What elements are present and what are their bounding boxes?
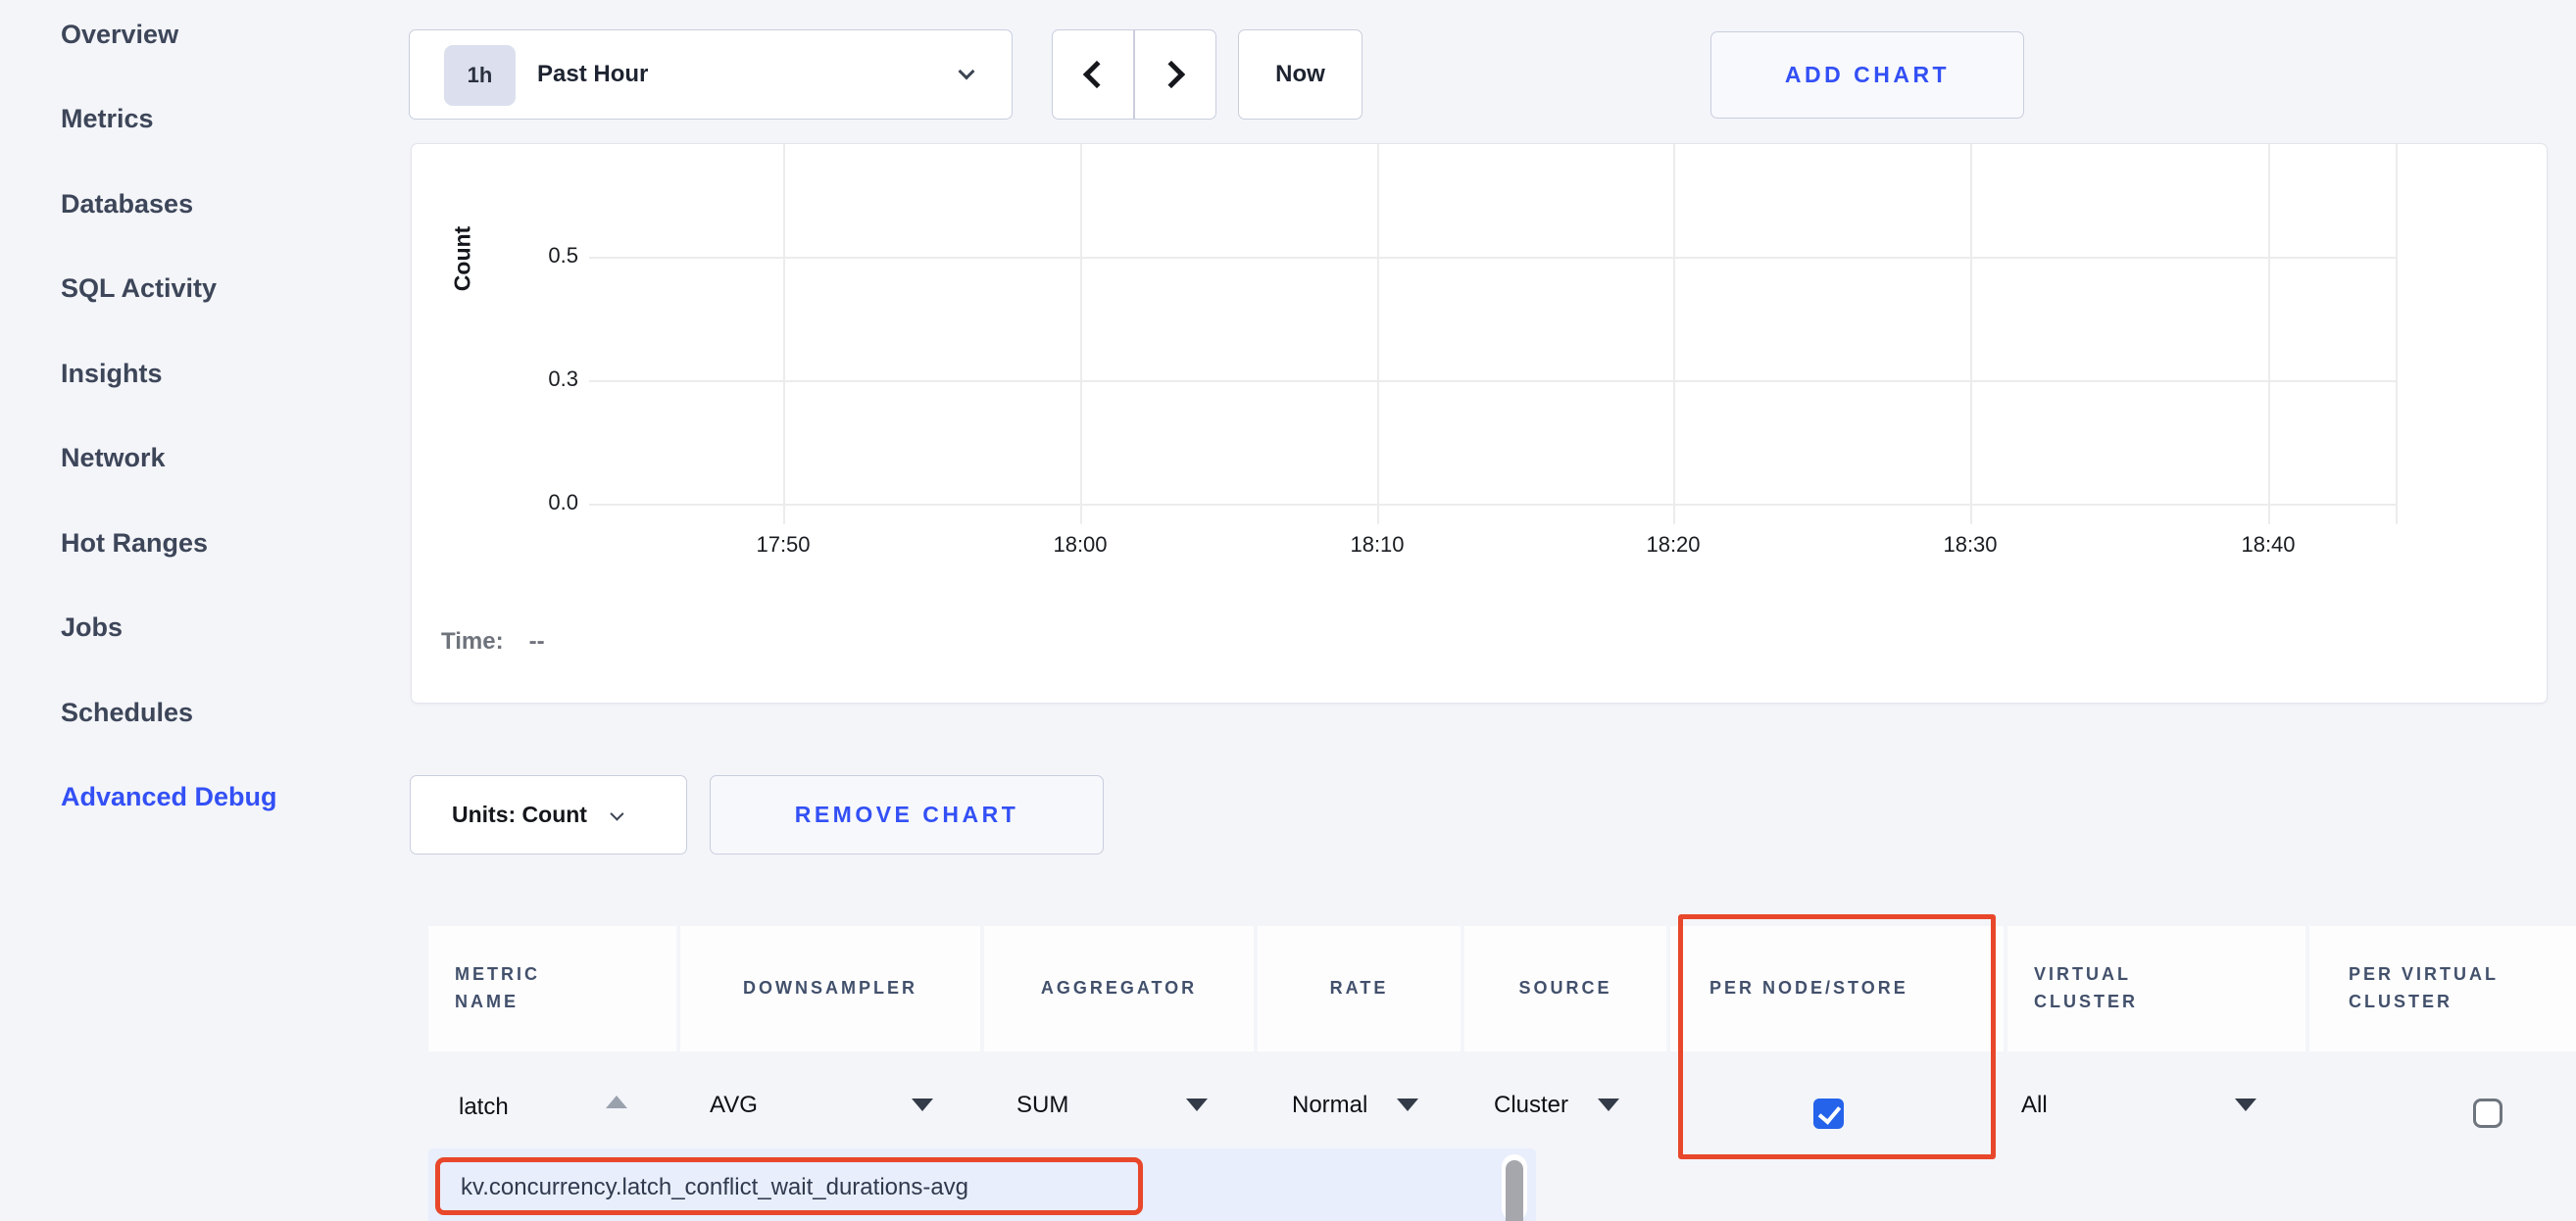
- gridline: [589, 504, 2397, 506]
- scrollbar-thumb[interactable]: [1506, 1160, 1523, 1221]
- x-tick: 18:40: [2200, 532, 2337, 558]
- metric-suggestion-item[interactable]: kv.concurrency.latch_conflict_wait_durat…: [461, 1174, 968, 1201]
- sidebar-item-overview[interactable]: Overview: [61, 0, 374, 77]
- time-label: Time:: [441, 628, 504, 655]
- sidebar-item-advanced-debug[interactable]: Advanced Debug: [61, 756, 374, 841]
- sidebar-item-jobs[interactable]: Jobs: [61, 586, 374, 671]
- metric-name-input[interactable]: [459, 1090, 606, 1125]
- per-node-store-checkbox[interactable]: [1813, 1099, 1844, 1129]
- downsampler-select-value[interactable]: AVG: [710, 1092, 758, 1119]
- sidebar-item-metrics[interactable]: Metrics: [61, 77, 374, 163]
- time-range-selector[interactable]: 1h Past Hour: [409, 29, 1013, 120]
- time-value: --: [529, 628, 545, 655]
- units-dropdown[interactable]: Units: Count: [410, 775, 687, 855]
- column-header-source: SOURCE: [1464, 926, 1666, 1051]
- chevron-left-icon: [1083, 61, 1111, 88]
- chevron-down-icon: [959, 64, 975, 80]
- gridline: [1377, 144, 1379, 524]
- x-tick: 18:30: [1902, 532, 2039, 558]
- rate-select-value[interactable]: Normal: [1292, 1092, 1367, 1119]
- now-button[interactable]: Now: [1238, 29, 1362, 120]
- column-header-per-virtual-cluster: PER VIRTUAL CLUSTER: [2309, 926, 2576, 1051]
- chart-card: Count 0.5 0.3 0.0 17:50 18:00 18:10 18:2…: [411, 143, 2548, 704]
- virtual-cluster-caret-icon[interactable]: [2235, 1099, 2256, 1111]
- virtual-cluster-select-value[interactable]: All: [2021, 1092, 2048, 1119]
- chevron-right-icon: [1158, 61, 1185, 88]
- x-tick: 18:10: [1309, 532, 1446, 558]
- source-select-value[interactable]: Cluster: [1494, 1092, 1568, 1119]
- time-range-label: Past Hour: [537, 61, 648, 88]
- column-header-downsampler: DOWNSAMPLER: [680, 926, 980, 1051]
- per-virtual-cluster-checkbox[interactable]: [2473, 1099, 2502, 1128]
- sidebar-item-insights[interactable]: Insights: [61, 331, 374, 416]
- gridline: [2268, 144, 2270, 524]
- time-nav-arrows: [1052, 29, 1216, 120]
- sidebar-item-schedules[interactable]: Schedules: [61, 670, 374, 756]
- gridline: [1673, 144, 1675, 524]
- y-tick: 0.5: [506, 243, 578, 269]
- column-header-metric-name: METRIC NAME: [428, 926, 676, 1051]
- gridline: [1970, 144, 1972, 524]
- x-tick: 17:50: [715, 532, 852, 558]
- x-tick: 18:20: [1605, 532, 1742, 558]
- add-chart-button[interactable]: ADD CHART: [1710, 31, 2024, 119]
- metric-suggestions-dropdown: kv.concurrency.latch_conflict_wait_durat…: [428, 1148, 1536, 1221]
- sidebar-item-network[interactable]: Network: [61, 416, 374, 502]
- column-header-per-node-store: PER NODE/STORE: [1670, 926, 2004, 1051]
- rate-caret-icon[interactable]: [1397, 1099, 1418, 1111]
- y-axis-label: Count: [450, 226, 476, 291]
- units-dropdown-label: Units: Count: [452, 802, 587, 828]
- gridline: [589, 380, 2397, 382]
- remove-chart-button[interactable]: REMOVE CHART: [710, 775, 1104, 855]
- hover-time-readout: Time: --: [441, 628, 545, 656]
- downsampler-caret-icon[interactable]: [912, 1099, 933, 1111]
- gridline: [783, 144, 785, 524]
- aggregator-select-value[interactable]: SUM: [1016, 1092, 1068, 1119]
- chevron-down-icon: [610, 806, 623, 820]
- y-tick: 0.3: [506, 366, 578, 392]
- column-header-rate: RATE: [1258, 926, 1461, 1051]
- sidebar: Overview Metrics Databases SQL Activity …: [61, 0, 374, 840]
- scrollbar-track[interactable]: [1502, 1154, 1527, 1221]
- collapse-suggestions-icon[interactable]: [606, 1096, 627, 1108]
- y-tick: 0.0: [506, 490, 578, 515]
- aggregator-caret-icon[interactable]: [1186, 1099, 1208, 1111]
- sidebar-item-hot-ranges[interactable]: Hot Ranges: [61, 501, 374, 586]
- sidebar-item-sql-activity[interactable]: SQL Activity: [61, 247, 374, 332]
- gridline: [1080, 144, 1082, 524]
- gridline: [2396, 144, 2398, 524]
- column-header-aggregator: AGGREGATOR: [984, 926, 1254, 1051]
- x-tick: 18:00: [1012, 532, 1149, 558]
- advanced-debug-custom-chart-page: Overview Metrics Databases SQL Activity …: [0, 0, 2576, 1221]
- time-range-badge: 1h: [444, 45, 516, 106]
- source-caret-icon[interactable]: [1598, 1099, 1619, 1111]
- time-back-button[interactable]: [1052, 29, 1134, 120]
- time-forward-button[interactable]: [1134, 29, 1216, 120]
- sidebar-item-databases[interactable]: Databases: [61, 162, 374, 247]
- gridline: [589, 257, 2397, 259]
- column-header-virtual-cluster: VIRTUAL CLUSTER: [2007, 926, 2305, 1051]
